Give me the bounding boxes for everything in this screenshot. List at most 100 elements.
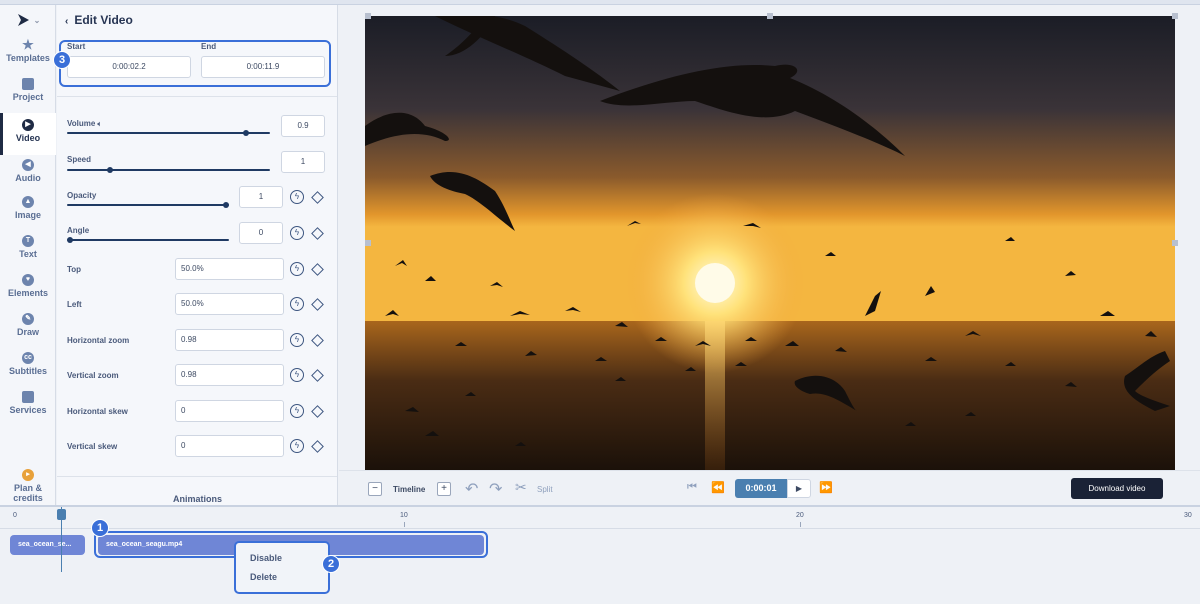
download-video-button[interactable]: Download video bbox=[1071, 478, 1163, 499]
left-nav: ⌄ ★ Templates Project ▶ Video ◀ Audio ▲ … bbox=[0, 5, 56, 505]
logo-icon bbox=[17, 14, 29, 26]
keyframe-diamond-icon[interactable] bbox=[311, 334, 324, 347]
menu-item-disable[interactable]: Disable bbox=[250, 553, 282, 563]
nav-elements[interactable]: ♥ Elements bbox=[0, 272, 56, 310]
opacity-slider-knob[interactable] bbox=[223, 202, 229, 208]
undo-icon[interactable]: ↶ bbox=[465, 479, 478, 499]
step-back-icon[interactable]: ⏪ bbox=[711, 481, 725, 494]
lightning-icon[interactable]: ϟ bbox=[290, 404, 304, 418]
vertical-skew-input[interactable]: 0 bbox=[175, 435, 284, 457]
back-chevron-icon[interactable]: ‹ bbox=[65, 16, 68, 27]
resize-handle[interactable] bbox=[767, 13, 773, 19]
preview-stage bbox=[339, 5, 1200, 470]
start-time-input[interactable]: 0:00:02.2 bbox=[67, 56, 191, 78]
nav-subtitles[interactable]: cc Subtitles bbox=[0, 350, 56, 388]
keyframe-diamond-icon[interactable] bbox=[311, 405, 324, 418]
lightning-icon[interactable]: ϟ bbox=[290, 439, 304, 453]
scissors-icon[interactable]: ✂ bbox=[515, 479, 527, 496]
tick-label: 0 bbox=[13, 512, 17, 519]
nav-services[interactable]: Services bbox=[0, 389, 56, 427]
opacity-label: Opacity bbox=[67, 191, 97, 200]
left-input[interactable]: 50.0% bbox=[175, 293, 284, 315]
keyframe-diamond-icon[interactable] bbox=[311, 440, 324, 453]
nav-text-label: Text bbox=[19, 249, 37, 259]
lightning-icon[interactable]: ϟ bbox=[290, 262, 304, 276]
resize-handle[interactable] bbox=[365, 240, 371, 246]
step-forward-icon[interactable]: ⏩ bbox=[819, 481, 833, 494]
nav-audio[interactable]: ◀ Audio bbox=[0, 155, 56, 193]
opacity-slider[interactable] bbox=[67, 202, 229, 208]
lightning-icon[interactable]: ϟ bbox=[290, 226, 304, 240]
nav-video[interactable]: ▶ Video bbox=[0, 113, 56, 155]
lightning-icon[interactable]: ϟ bbox=[290, 368, 304, 382]
zoom-in-button[interactable]: + bbox=[437, 482, 451, 496]
volume-slider[interactable] bbox=[67, 130, 270, 136]
resize-handle[interactable] bbox=[365, 13, 371, 19]
horizontal-zoom-label: Horizontal zoom bbox=[67, 336, 130, 345]
horizontal-zoom-input[interactable]: 0.98 bbox=[175, 329, 284, 351]
timeline-clip[interactable]: sea_ocean_se... bbox=[10, 535, 85, 555]
angle-slider[interactable] bbox=[67, 237, 229, 243]
play-button[interactable]: ▶ bbox=[787, 479, 811, 498]
nav-plan-credits[interactable]: ▸ Plan & credits bbox=[0, 467, 56, 507]
angle-input[interactable]: 0 bbox=[239, 222, 283, 244]
annotation-badge-1: 1 bbox=[91, 519, 109, 537]
lightning-icon[interactable]: ϟ bbox=[290, 297, 304, 311]
timeline[interactable]: 0 10 20 30 sea_ocean_se... sea_ocean_sea… bbox=[0, 505, 1200, 604]
vertical-zoom-input[interactable]: 0.98 bbox=[175, 364, 284, 386]
play-circle-icon: ▶ bbox=[22, 119, 34, 131]
vertical-zoom-label: Vertical zoom bbox=[67, 371, 119, 380]
redo-icon[interactable]: ↷ bbox=[489, 479, 502, 499]
nav-image[interactable]: ▲ Image bbox=[0, 194, 56, 232]
lightning-icon[interactable]: ϟ bbox=[290, 190, 304, 204]
video-preview[interactable] bbox=[365, 16, 1175, 470]
zoom-out-button[interactable]: − bbox=[368, 482, 382, 496]
annotation-badge-3: 3 bbox=[53, 51, 71, 69]
playhead-handle[interactable] bbox=[57, 509, 66, 520]
horizontal-skew-input[interactable]: 0 bbox=[175, 400, 284, 422]
resize-handle[interactable] bbox=[1172, 13, 1178, 19]
nav-draw[interactable]: ✎ Draw bbox=[0, 311, 56, 349]
menu-item-delete[interactable]: Delete bbox=[250, 572, 277, 582]
current-time-display[interactable]: 0:00:01 bbox=[735, 479, 787, 498]
edit-video-panel: ‹ Edit Video Start End 0:00:02.2 0:00:11.… bbox=[57, 5, 338, 505]
nav-draw-label: Draw bbox=[16, 327, 39, 337]
top-input[interactable]: 50.0% bbox=[175, 258, 284, 280]
ruler bbox=[0, 528, 1200, 529]
keyframe-diamond-icon[interactable] bbox=[311, 227, 324, 240]
play-icon: ▶ bbox=[795, 484, 803, 493]
divider bbox=[57, 96, 337, 97]
logo[interactable]: ⌄ bbox=[0, 5, 56, 35]
keyframe-diamond-icon[interactable] bbox=[311, 369, 324, 382]
opacity-input[interactable]: 1 bbox=[239, 186, 283, 208]
keyframe-diamond-icon[interactable] bbox=[311, 263, 324, 276]
speed-slider-knob[interactable] bbox=[107, 167, 113, 173]
plan-label-line1: Plan & bbox=[13, 483, 42, 493]
lightning-icon[interactable]: ϟ bbox=[290, 333, 304, 347]
playback-controls: − Timeline + ↶ ↷ ✂ Split ⏮ ⏪ 0:00:01 ▶ ⏩… bbox=[339, 470, 1200, 505]
grid-icon bbox=[22, 391, 34, 403]
nav-templates[interactable]: ★ Templates bbox=[0, 37, 56, 75]
panel-title[interactable]: ‹ Edit Video bbox=[65, 13, 133, 27]
skip-to-start-icon[interactable]: ⏮ bbox=[687, 481, 697, 494]
nav-project-label: Project bbox=[12, 92, 44, 102]
volume-slider-knob[interactable] bbox=[243, 130, 249, 136]
keyframe-diamond-icon[interactable] bbox=[311, 191, 324, 204]
nav-text[interactable]: T Text bbox=[0, 233, 56, 271]
resize-handle[interactable] bbox=[1172, 240, 1178, 246]
speed-input[interactable]: 1 bbox=[281, 151, 325, 173]
chevron-down-icon[interactable]: ⌄ bbox=[34, 16, 41, 25]
end-time-input[interactable]: 0:00:11.9 bbox=[201, 56, 325, 78]
speed-slider[interactable] bbox=[67, 167, 270, 173]
top-label: Top bbox=[67, 265, 82, 274]
tick-label: 10 bbox=[400, 512, 408, 519]
speaker-icon: ◀ bbox=[22, 159, 34, 171]
volume-input[interactable]: 0.9 bbox=[281, 115, 325, 137]
animations-section-header[interactable]: Animations bbox=[57, 494, 337, 504]
split-button[interactable]: Split bbox=[537, 485, 553, 494]
nav-project[interactable]: Project bbox=[0, 76, 56, 114]
angle-slider-knob[interactable] bbox=[67, 237, 73, 243]
end-label: End bbox=[201, 42, 217, 51]
angle-label: Angle bbox=[67, 226, 90, 235]
keyframe-diamond-icon[interactable] bbox=[311, 298, 324, 311]
